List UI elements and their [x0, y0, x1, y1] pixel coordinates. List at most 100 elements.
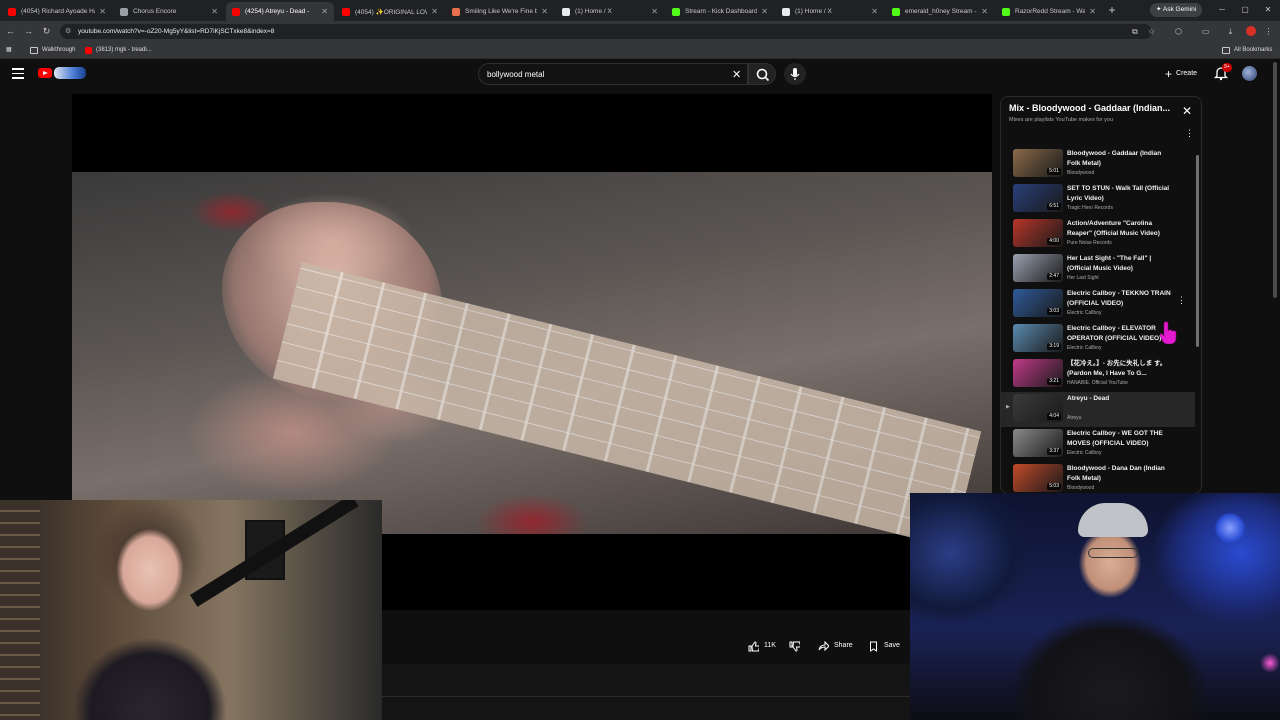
item-more-icon[interactable]: ⋮: [1177, 295, 1186, 306]
streamer-glasses: [1088, 548, 1138, 558]
all-bookmarks-folder[interactable]: All Bookmarks: [1222, 45, 1272, 56]
site-info-icon[interactable]: ⚙: [65, 24, 71, 39]
search-query[interactable]: bollywood metal: [487, 64, 544, 86]
page-scrollbar[interactable]: [1273, 62, 1277, 298]
browser-menu-icon[interactable]: ⋮: [1262, 25, 1275, 38]
bookmark-link[interactable]: (3813) mgk - treadi...: [85, 45, 152, 56]
browser-tab[interactable]: Stream - Kick Dashboard ✕: [666, 2, 774, 21]
close-tab-icon[interactable]: ✕: [99, 7, 106, 16]
apps-grid-icon[interactable]: ▦: [6, 45, 12, 56]
playlist-item-thumbnail[interactable]: 2:47: [1013, 254, 1063, 282]
playlist-item-title[interactable]: Action/Adventure "Carolina Reaper" (Offi…: [1067, 219, 1171, 239]
close-tab-icon[interactable]: ✕: [871, 7, 878, 16]
create-button[interactable]: + Create: [1158, 64, 1204, 84]
playlist-more-icon[interactable]: ⋮: [1185, 128, 1194, 139]
playlist-item-thumbnail[interactable]: 4:00: [1013, 219, 1063, 247]
playlist-item-title[interactable]: Bloodywood - Dana Dan (Indian Folk Metal…: [1067, 464, 1171, 484]
playlist-item-title[interactable]: Electric Callboy - WE GOT THE MOVES (OFF…: [1067, 429, 1171, 449]
playlist-title[interactable]: Mix - Bloodywood - Gaddaar (Indian...: [1009, 103, 1179, 113]
browser-tab[interactable]: (4054) ✨ORIGINAL LOWP✕: [336, 2, 444, 21]
duration-badge: 4:00: [1047, 238, 1061, 245]
share-button[interactable]: Share: [818, 636, 853, 656]
browser-tab[interactable]: (1) Home / X ✕: [556, 2, 664, 21]
window-close-icon[interactable]: ✕: [1261, 3, 1275, 17]
playlist-item-thumbnail[interactable]: 3:21: [1013, 359, 1063, 387]
sidepanel-icon[interactable]: ▭: [1199, 25, 1212, 38]
playlist-item-channel: Tragic Hero Records: [1067, 205, 1113, 211]
playlist-item-thumbnail[interactable]: 3:19: [1013, 324, 1063, 352]
download-icon[interactable]: ⤓: [1224, 25, 1237, 38]
playlist-item[interactable]: ▶ 4:04 Atreyu - Dead Atreyu: [1001, 392, 1195, 427]
profile-avatar-icon[interactable]: [1246, 26, 1256, 36]
browser-tab[interactable]: (1) Home / X ✕: [776, 2, 884, 21]
playlist-item-thumbnail[interactable]: 3:03: [1013, 289, 1063, 317]
playlist-item[interactable]: 3:37 Electric Callboy - WE GOT THE MOVES …: [1001, 427, 1195, 462]
playlist-item-thumbnail[interactable]: 4:04: [1013, 394, 1063, 422]
close-tab-icon[interactable]: ✕: [431, 7, 438, 16]
extensions-icon[interactable]: ⬡: [1172, 25, 1185, 38]
bookmark-folder[interactable]: Walkthrough: [30, 45, 75, 56]
youtube-doodle-logo[interactable]: [54, 67, 86, 79]
browser-tab[interactable]: RazorRedd Stream - Watch✕: [996, 2, 1102, 21]
playlist-panel: Mix - Bloodywood - Gaddaar (Indian... Mi…: [1000, 96, 1202, 494]
plus-icon: +: [1165, 67, 1173, 81]
playlist-scrollbar[interactable]: [1196, 155, 1199, 347]
bookmark-star-icon[interactable]: ☆: [1148, 24, 1155, 39]
hamburger-menu-icon[interactable]: [12, 68, 24, 79]
browser-tab[interactable]: Smiling Like We're Fine by ✕: [446, 2, 554, 21]
playlist-item[interactable]: 3:03 Electric Callboy - TEKKNO TRAIN (OFF…: [1001, 287, 1195, 322]
close-tab-icon[interactable]: ✕: [981, 7, 988, 16]
url-text[interactable]: youtube.com/watch?v=-oZ20-Mg5yY&list=RD7…: [78, 24, 274, 39]
playlist-item[interactable]: 5:01 Bloodywood - Gaddaar (Indian Folk Me…: [1001, 147, 1195, 182]
close-tab-icon[interactable]: ✕: [211, 7, 218, 16]
close-tab-icon[interactable]: ✕: [651, 7, 658, 16]
playlist-item-thumbnail[interactable]: 5:03: [1013, 464, 1063, 492]
browser-tab-bar: (4054) Richard Ayoade Ha ✕ Chorus Encore ✕…: [0, 0, 1280, 21]
playlist-item-title[interactable]: Atreyu - Dead: [1067, 394, 1171, 404]
playlist-item[interactable]: 4:00 Action/Adventure "Carolina Reaper" (…: [1001, 217, 1195, 252]
browser-tab[interactable]: emerald_h0ney Stream - W ✕: [886, 2, 994, 21]
playlist-item-title[interactable]: SET TO STUN - Walk Tall (Official Lyric …: [1067, 184, 1171, 204]
forward-arrow-icon[interactable]: →: [22, 25, 35, 38]
playlist-item-title[interactable]: Electric Callboy - TEKKNO TRAIN (OFFICIA…: [1067, 289, 1171, 309]
youtube-logo[interactable]: [38, 68, 52, 78]
search-input[interactable]: bollywood metal ✕: [478, 63, 748, 85]
close-tab-icon[interactable]: ✕: [761, 7, 768, 16]
playlist-item-title[interactable]: Electric Callboy - ELEVATOR OPERATOR (OF…: [1067, 324, 1171, 344]
playlist-item-thumbnail[interactable]: 5:01: [1013, 149, 1063, 177]
thumbs-down-icon: [789, 641, 800, 652]
minimize-icon[interactable]: ─: [1215, 3, 1229, 17]
close-tab-icon[interactable]: ✕: [1089, 7, 1096, 16]
playlist-item-title[interactable]: 【花冷え。】- お先に失礼しま す。 (Pardon Me, I Have To…: [1067, 359, 1171, 379]
close-tab-icon[interactable]: ✕: [541, 7, 548, 16]
playlist-item-title[interactable]: Bloodywood - Gaddaar (Indian Folk Metal): [1067, 149, 1171, 169]
like-button[interactable]: 11K: [748, 636, 776, 656]
playlist-item[interactable]: 6:51 SET TO STUN - Walk Tall (Official Ly…: [1001, 182, 1195, 217]
maximize-icon[interactable]: ▢: [1238, 3, 1252, 17]
playlist-item-channel: Bloodywood: [1067, 170, 1095, 176]
account-avatar[interactable]: [1242, 66, 1257, 81]
kick-favicon-icon: [892, 7, 900, 16]
browser-tab[interactable]: (4054) Richard Ayoade Ha ✕: [2, 2, 112, 21]
reload-icon[interactable]: ↻: [40, 25, 53, 38]
ask-gemini-button[interactable]: ✦ Ask Gemini: [1150, 3, 1203, 17]
cast-icon[interactable]: ⧉: [1132, 24, 1138, 39]
close-tab-icon[interactable]: ✕: [321, 7, 328, 16]
new-tab-button[interactable]: +: [1105, 3, 1119, 17]
browser-tab[interactable]: Chorus Encore ✕: [114, 2, 224, 21]
playlist-item-title[interactable]: Her Last Sight - "The Fall" | (Official …: [1067, 254, 1171, 274]
url-omnibox[interactable]: ⚙ youtube.com/watch?v=-oZ20-Mg5yY&list=R…: [60, 24, 1155, 39]
voice-search-button[interactable]: [784, 63, 806, 85]
browser-tab-active[interactable]: (4254) Atreyu - Dead - ✕: [226, 2, 334, 21]
save-button[interactable]: Save: [868, 636, 900, 656]
search-button[interactable]: [748, 63, 776, 85]
playlist-item[interactable]: 5:03 Bloodywood - Dana Dan (Indian Folk M…: [1001, 462, 1195, 493]
dislike-button[interactable]: [789, 636, 805, 656]
playlist-item-thumbnail[interactable]: 6:51: [1013, 184, 1063, 212]
playlist-item-thumbnail[interactable]: 3:37: [1013, 429, 1063, 457]
playlist-item[interactable]: 2:47 Her Last Sight - "The Fall" | (Offic…: [1001, 252, 1195, 287]
back-arrow-icon[interactable]: ←: [4, 25, 17, 38]
close-playlist-icon[interactable]: ✕: [1182, 104, 1192, 118]
clear-search-icon[interactable]: ✕: [732, 64, 741, 86]
playlist-item[interactable]: 3:21 【花冷え。】- お先に失礼しま す。 (Pardon Me, I Hav…: [1001, 357, 1195, 392]
